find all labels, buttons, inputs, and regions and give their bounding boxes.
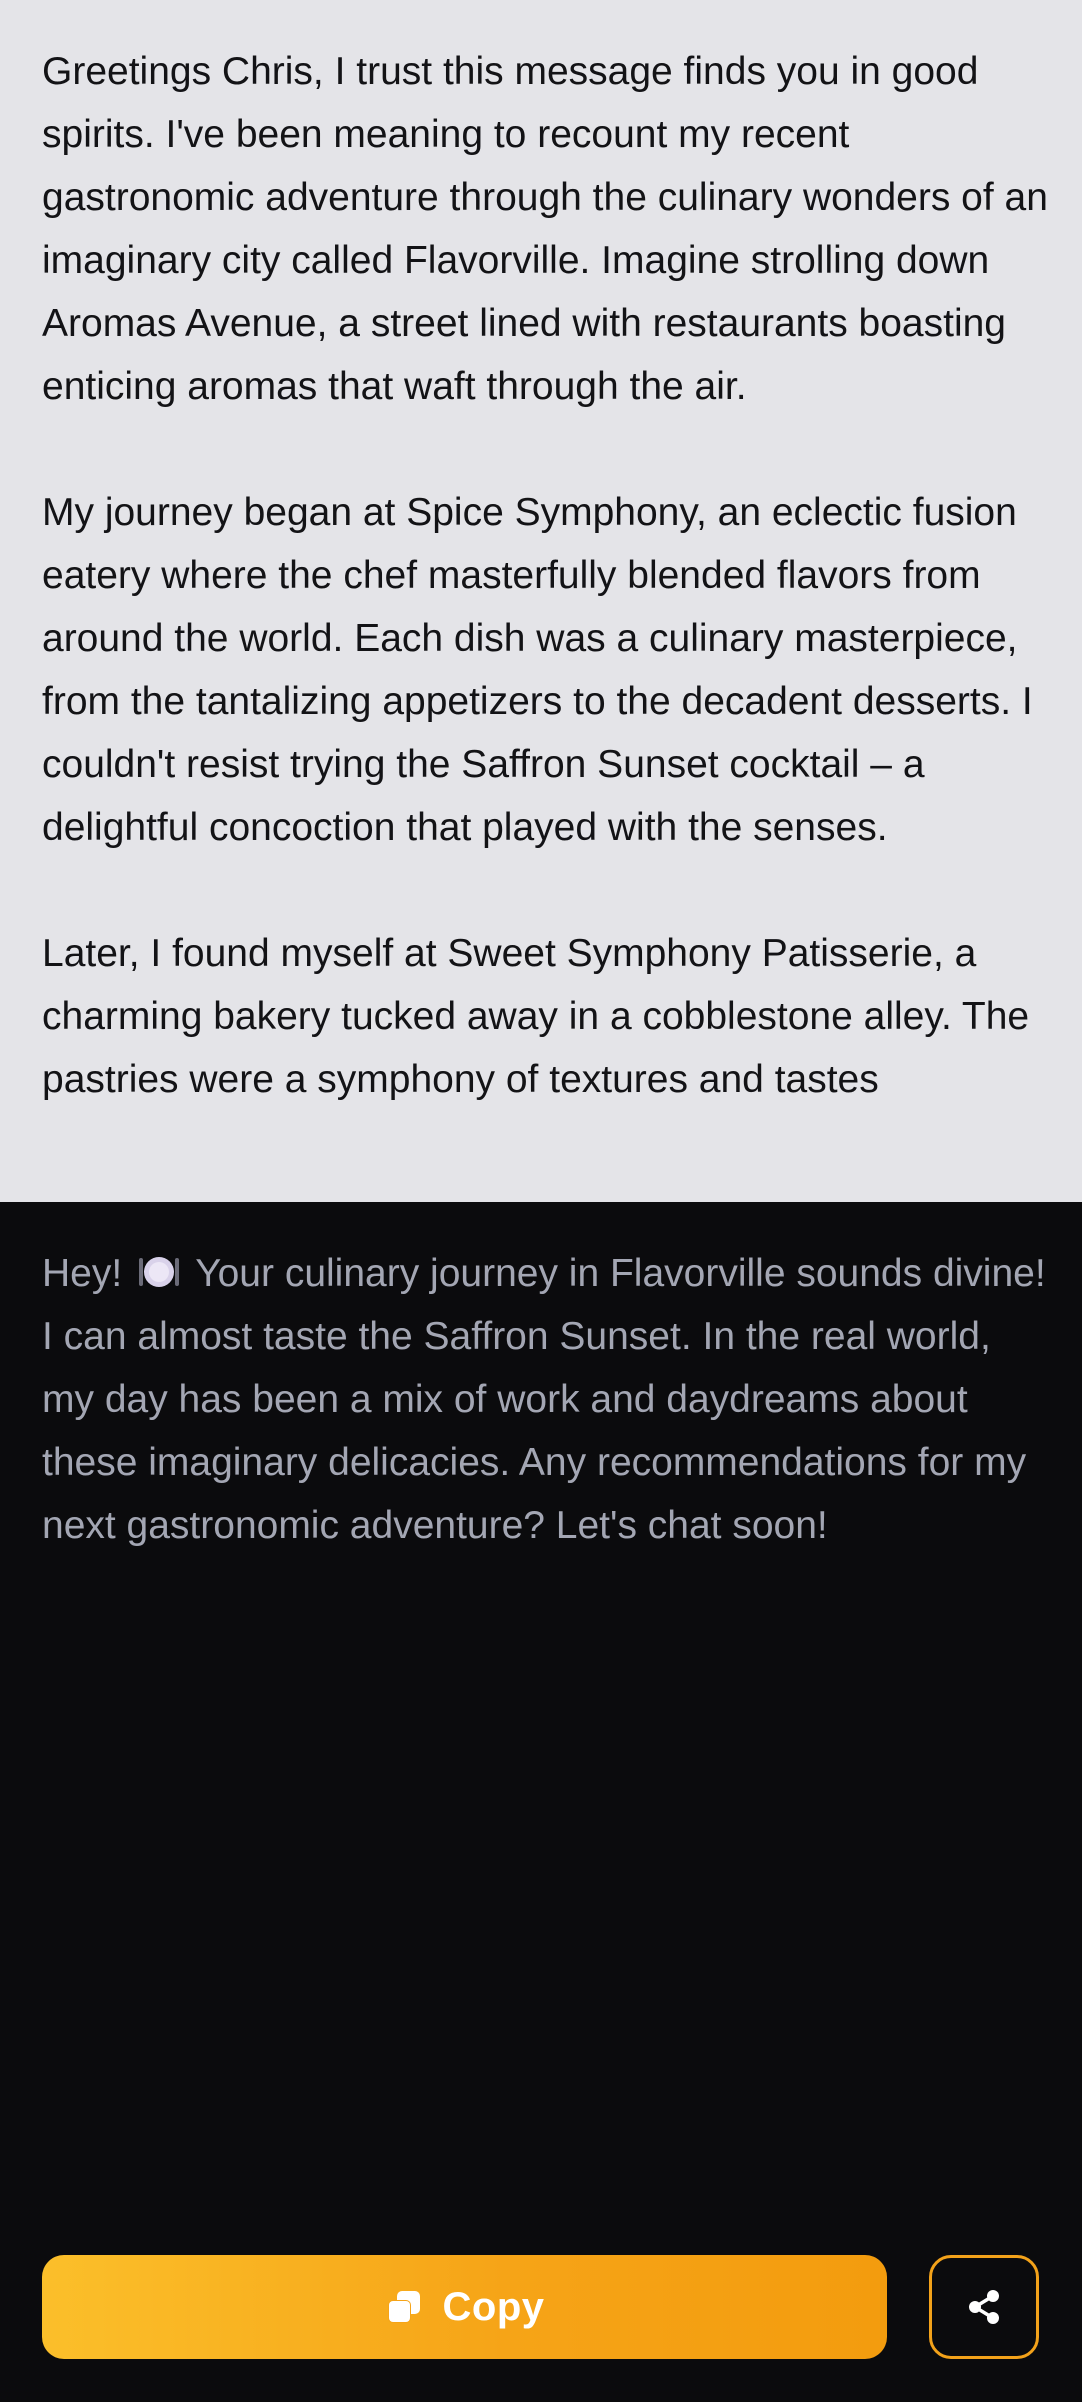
generated-reply-text: Hey! Your culinary journey in Flavorvill… <box>42 1242 1052 1557</box>
reply-body: Your culinary journey in Flavorville sou… <box>42 1252 1046 1547</box>
original-message-panel[interactable]: Greetings Chris, I trust this message fi… <box>0 0 1082 1202</box>
copy-icon <box>385 2288 423 2326</box>
share-button[interactable] <box>929 2255 1039 2359</box>
share-icon <box>964 2287 1004 2327</box>
plate-with-cutlery-icon <box>137 1248 181 1288</box>
original-message-text: Greetings Chris, I trust this message fi… <box>42 50 1048 1101</box>
copy-button[interactable]: Copy <box>42 2255 887 2359</box>
app-screen: Greetings Chris, I trust this message fi… <box>0 0 1082 2402</box>
generated-reply-panel[interactable]: Hey! Your culinary journey in Flavorvill… <box>0 1202 1082 2402</box>
reply-greeting: Hey! <box>42 1252 123 1295</box>
copy-button-label: Copy <box>442 2284 545 2329</box>
